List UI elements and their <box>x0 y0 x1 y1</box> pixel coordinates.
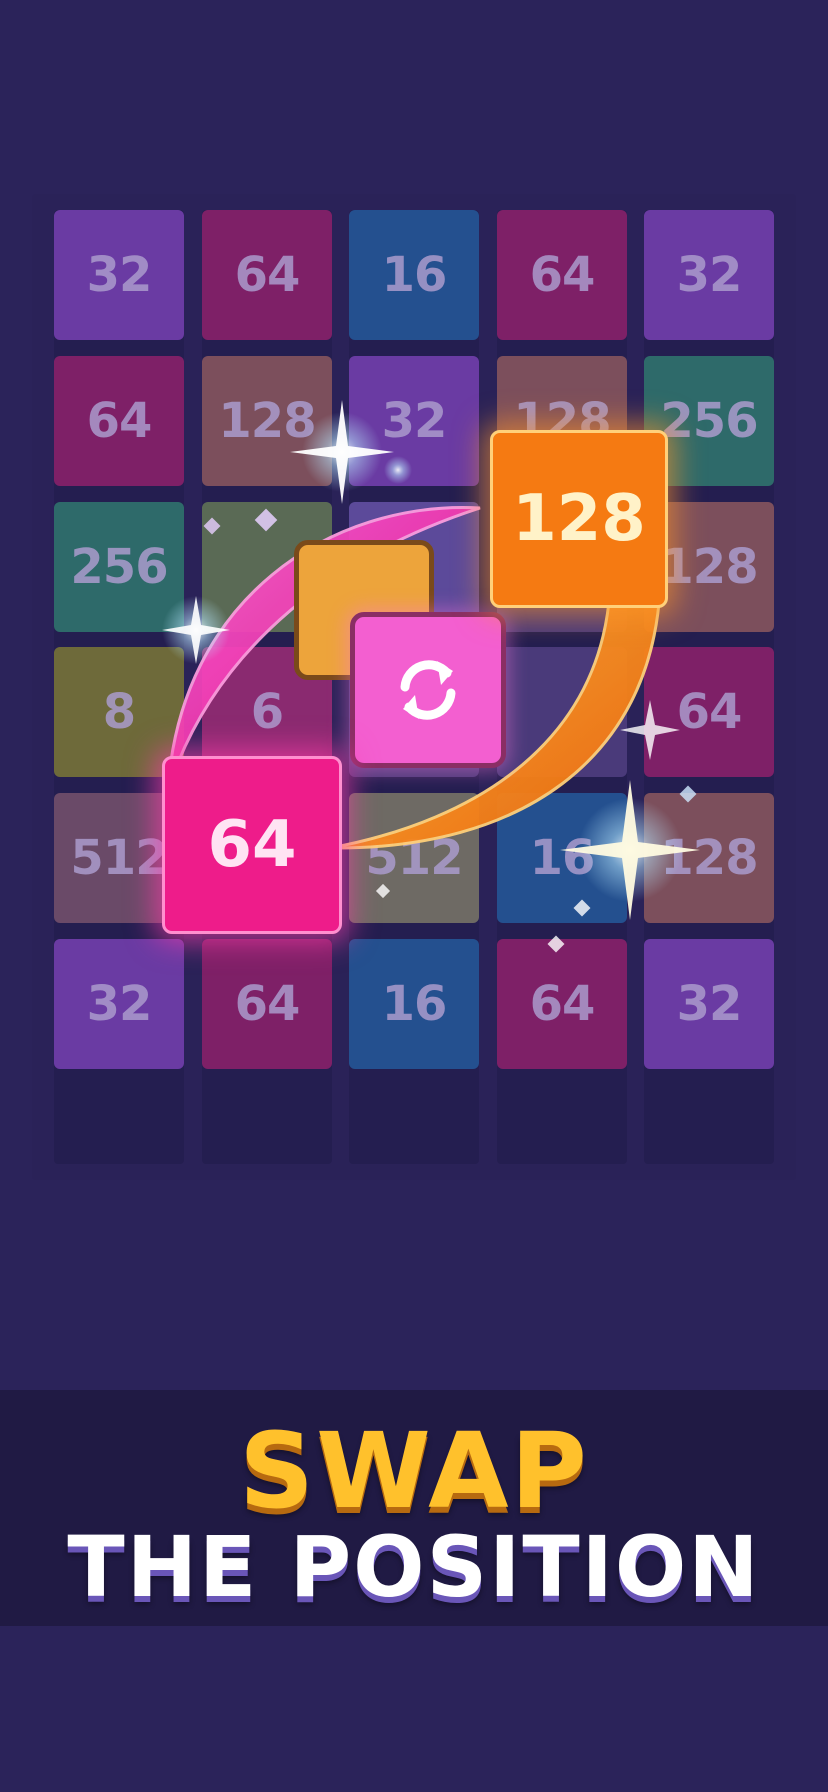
board-tile[interactable]: 256 <box>54 502 184 632</box>
board-tile[interactable]: 32 <box>644 939 774 1069</box>
board-tile[interactable]: 128 <box>644 793 774 923</box>
board-tile[interactable]: 32 <box>54 939 184 1069</box>
banner-title-swap: SWAP <box>239 1410 589 1532</box>
board-tile[interactable]: 64 <box>497 939 627 1069</box>
board-tile[interactable]: 128 <box>202 356 332 486</box>
board-tile[interactable] <box>497 647 627 777</box>
swap-tile-64[interactable]: 64 <box>162 756 342 934</box>
banner-subtitle-position: THE POSITION <box>67 1518 761 1616</box>
board-tile[interactable]: 32 <box>54 210 184 340</box>
swap-tile-128[interactable]: 128 <box>490 430 668 608</box>
swap-arrows-icon <box>400 660 456 720</box>
board-tile[interactable]: 64 <box>644 647 774 777</box>
board-tile[interactable]: 64 <box>54 356 184 486</box>
board-tile[interactable]: 64 <box>202 939 332 1069</box>
board-tile[interactable]: 32 <box>644 210 774 340</box>
swap-button[interactable] <box>350 612 506 768</box>
board-tile[interactable]: 32 <box>349 356 479 486</box>
board-tile[interactable]: 16 <box>349 939 479 1069</box>
board-tile[interactable]: 512 <box>349 793 479 923</box>
board-tile[interactable]: 64 <box>497 210 627 340</box>
board-tile[interactable]: 16 <box>497 793 627 923</box>
board-tile[interactable]: 16 <box>349 210 479 340</box>
board-tile[interactable]: 64 <box>202 210 332 340</box>
